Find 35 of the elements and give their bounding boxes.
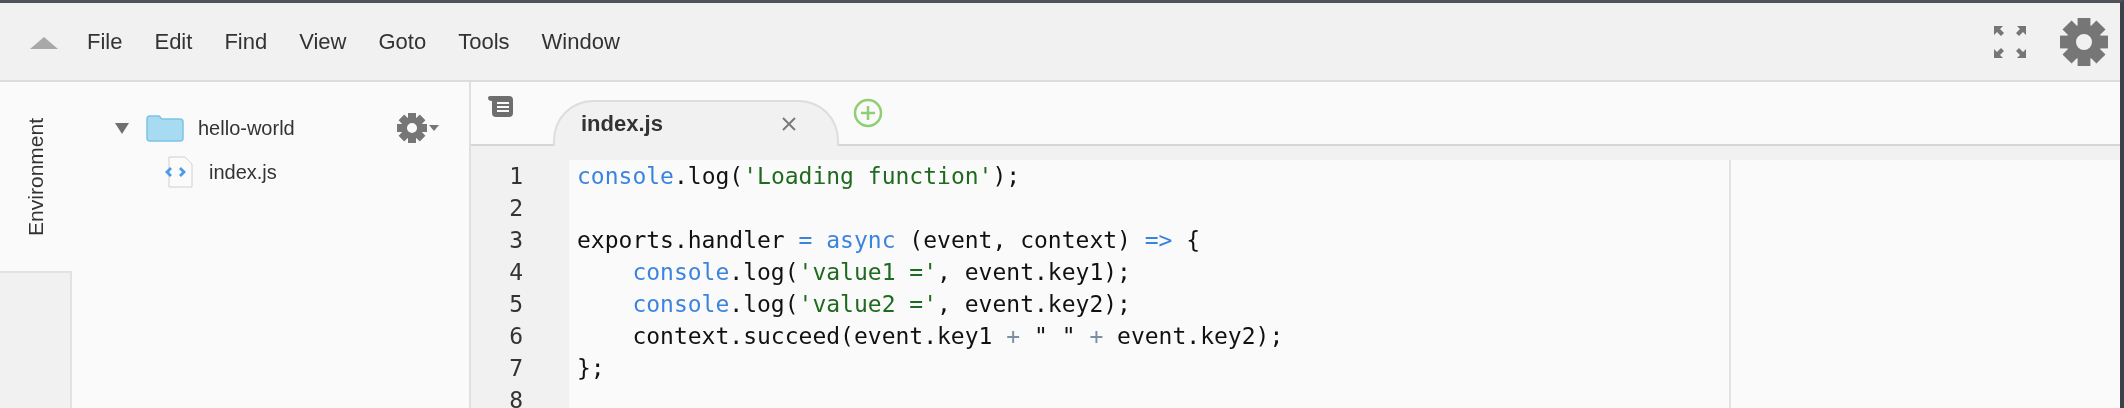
line-number: 3 xyxy=(508,226,523,255)
line-number: 7 xyxy=(508,354,523,383)
menu-item[interactable]: Goto xyxy=(362,24,443,59)
menu-item[interactable]: Find xyxy=(208,24,284,59)
line-number: 2 xyxy=(508,194,523,223)
code-line: exports.handler = async (event, context) => { xyxy=(577,227,1201,253)
menu-item[interactable]: Window xyxy=(525,24,636,59)
gear-icon xyxy=(397,113,427,143)
line-number: 1 xyxy=(508,162,523,191)
line-number: 5 xyxy=(508,290,523,319)
file-name[interactable]: index.js xyxy=(209,160,277,184)
code-line: console.log('value1 =', event.key1); xyxy=(631,259,1131,285)
fullscreen-icon[interactable] xyxy=(1992,23,2028,60)
code-line: console.log('Loading function'); xyxy=(577,163,1021,189)
menu-item[interactable]: File xyxy=(71,24,139,59)
expand-arrow-icon[interactable] xyxy=(114,121,130,135)
line-number: 4 xyxy=(508,258,523,287)
line-number: 8 xyxy=(508,386,523,408)
code-line: context.succeed(event.key1 + " " + event.key2); xyxy=(631,323,1284,349)
folder-name[interactable]: hello-world xyxy=(198,116,295,140)
settings-dropdown[interactable] xyxy=(397,113,439,143)
caret-icon xyxy=(429,124,439,132)
close-icon[interactable] xyxy=(781,116,797,132)
settings-icon[interactable] xyxy=(2060,17,2108,66)
code-file-icon xyxy=(163,156,195,188)
menu-item[interactable]: Edit xyxy=(138,24,209,59)
menu-item[interactable]: Tools xyxy=(442,24,526,59)
collapse-icon[interactable] xyxy=(29,35,59,50)
editor-tab[interactable]: index.js xyxy=(553,100,839,146)
line-number: 6 xyxy=(508,322,523,351)
tab-list-icon[interactable] xyxy=(487,94,515,118)
menu-item[interactable]: View xyxy=(283,24,363,59)
code-line: console.log('value2 =', event.key2); xyxy=(631,291,1131,317)
folder-icon xyxy=(146,114,184,142)
code-line: }; xyxy=(577,355,605,381)
